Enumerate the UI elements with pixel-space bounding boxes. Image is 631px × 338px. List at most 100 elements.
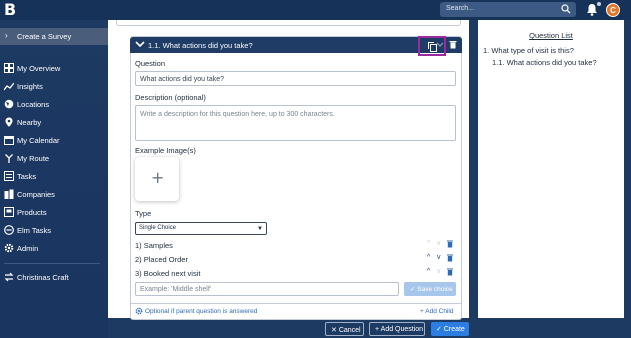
building-icon bbox=[4, 189, 14, 199]
description-textarea[interactable]: Write a description for this question he… bbox=[135, 105, 456, 141]
plus-icon: + bbox=[151, 168, 165, 187]
sidebar-item-my-calendar[interactable]: My Calendar bbox=[0, 134, 108, 148]
add-image-button[interactable]: + bbox=[135, 157, 179, 201]
save-choice-label: Save choice bbox=[417, 286, 453, 293]
move-down-icon[interactable] bbox=[436, 41, 444, 48]
sidebar-item-label: My Calendar bbox=[17, 136, 60, 145]
sidebar-item-tasks[interactable]: Tasks bbox=[0, 170, 108, 184]
sidebar-item-locations[interactable]: Locations bbox=[0, 98, 108, 112]
sidebar-item-label: Companies bbox=[17, 190, 55, 199]
move-down-icon[interactable]: v bbox=[437, 268, 441, 275]
sidebar-item-my-route[interactable]: My Route bbox=[0, 152, 108, 166]
question-list-item[interactable]: 1.1. What actions did you take? bbox=[492, 58, 597, 67]
choice-item: 1) Samples ^ v bbox=[135, 240, 456, 252]
question-list-panel: Question List 1. What type of visit is t… bbox=[478, 20, 624, 318]
sidebar-item-admin[interactable]: Admin bbox=[0, 242, 108, 256]
move-up-icon[interactable]: ^ bbox=[427, 268, 430, 275]
check-icon: ✓ bbox=[436, 326, 444, 333]
sidebar-divider bbox=[4, 263, 100, 264]
type-label: Type bbox=[135, 209, 152, 218]
search-icon[interactable] bbox=[561, 4, 571, 14]
chevron-down-icon[interactable] bbox=[135, 39, 145, 49]
create-label: Create bbox=[443, 326, 465, 333]
choice-label: 3) Booked next visit bbox=[135, 269, 201, 278]
sidebar-item-create-survey[interactable]: › Create a Survey bbox=[0, 28, 108, 45]
survey-editor-panel: 1.1. What actions did you take? Question… bbox=[108, 20, 469, 320]
choice-item: 3) Booked next visit ^ v bbox=[135, 268, 456, 280]
sidebar-item-label: Locations bbox=[17, 100, 50, 109]
calendar-icon bbox=[4, 136, 14, 145]
sidebar-item-label: Nearby bbox=[17, 118, 42, 127]
example-images-label: Example Image(s) bbox=[135, 146, 196, 155]
move-up-icon[interactable]: ^ bbox=[427, 240, 430, 247]
sidebar-item-label: Christinas Craft bbox=[17, 273, 69, 282]
trend-icon bbox=[4, 82, 14, 91]
optional-link-label: Optional if parent question is answered bbox=[145, 308, 258, 315]
route-icon bbox=[5, 154, 13, 163]
search-input[interactable]: Search... bbox=[440, 2, 576, 17]
create-text: ✓ Create bbox=[436, 325, 465, 333]
add-question-button[interactable]: + Add Question bbox=[369, 322, 425, 336]
swap-icon bbox=[4, 272, 14, 282]
save-choice-button[interactable]: ✓ Save choice bbox=[404, 282, 456, 296]
add-question-text: + Add Question bbox=[375, 326, 423, 333]
sidebar-item-insights[interactable]: Insights bbox=[0, 80, 108, 94]
previous-card-edge bbox=[116, 20, 461, 26]
sidebar-item-account-switch[interactable]: Christinas Craft bbox=[0, 271, 108, 285]
app-logo[interactable]: B bbox=[4, 1, 18, 18]
cancel-button[interactable]: ✕ Cancel bbox=[325, 322, 364, 336]
globe-icon bbox=[4, 99, 14, 109]
add-child-label: Add Child bbox=[425, 308, 454, 315]
caret-down-icon: ▼ bbox=[257, 226, 263, 232]
question-list-title: Question List bbox=[529, 31, 573, 40]
add-question-label: Add Question bbox=[380, 326, 424, 333]
chevron-right-icon: › bbox=[5, 31, 8, 40]
gear-icon bbox=[135, 307, 143, 315]
sidebar-item-label: Create a Survey bbox=[17, 32, 72, 41]
type-select[interactable]: Single Choice ▼ bbox=[135, 222, 267, 235]
pin-icon bbox=[5, 117, 13, 127]
move-down-icon[interactable]: v bbox=[437, 254, 441, 261]
sidebar-item-products[interactable]: Products bbox=[0, 206, 108, 220]
question-input-value: What actions did you take? bbox=[140, 76, 225, 83]
avatar[interactable]: C bbox=[606, 3, 620, 17]
question-header[interactable]: 1.1. What actions did you take? bbox=[130, 36, 462, 56]
sidebar-item-label: Admin bbox=[17, 244, 39, 253]
sidebar-item-my-overview[interactable]: My Overview bbox=[0, 62, 108, 76]
question-header-title: 1.1. What actions did you take? bbox=[148, 41, 253, 50]
choice-label: 1) Samples bbox=[135, 241, 173, 250]
gear-icon bbox=[4, 243, 14, 253]
sidebar-item-companies[interactable]: Companies bbox=[0, 188, 108, 202]
create-button[interactable]: ✓ Create bbox=[431, 322, 469, 336]
grid-icon bbox=[4, 63, 14, 73]
sidebar-item-label: Tasks bbox=[17, 172, 37, 181]
cancel-text: ✕ Cancel bbox=[331, 326, 361, 334]
choice-label: 2) Placed Order bbox=[135, 255, 188, 264]
sidebar-item-elm-tasks[interactable]: Elm Tasks bbox=[0, 224, 108, 238]
sidebar-item-label: Elm Tasks bbox=[17, 226, 52, 235]
add-child-button[interactable]: + Add Child bbox=[420, 308, 453, 315]
card-footer-divider bbox=[130, 303, 462, 304]
delete-choice-icon[interactable] bbox=[447, 254, 453, 262]
search-placeholder: Search... bbox=[446, 5, 475, 12]
sidebar: › Create a Survey My Overview Insights L… bbox=[0, 20, 108, 338]
notification-dot bbox=[597, 2, 601, 6]
bell-icon[interactable] bbox=[586, 3, 598, 16]
delete-choice-icon[interactable] bbox=[447, 268, 453, 276]
new-choice-input[interactable]: Example: 'Middle shelf' bbox=[135, 282, 399, 296]
question-list-item[interactable]: 1. What type of visit is this? bbox=[483, 46, 574, 55]
sidebar-item-nearby[interactable]: Nearby bbox=[0, 116, 108, 130]
delete-question-icon[interactable] bbox=[449, 40, 457, 49]
question-label: Question bbox=[135, 59, 166, 68]
description-placeholder: Write a description for this question he… bbox=[140, 111, 335, 118]
book-icon bbox=[4, 207, 14, 217]
sidebar-item-label: My Route bbox=[17, 154, 50, 163]
sidebar-item-label: Products bbox=[17, 208, 47, 217]
move-down-icon[interactable]: v bbox=[437, 240, 441, 247]
elm-icon bbox=[4, 225, 14, 235]
delete-choice-icon[interactable] bbox=[447, 240, 453, 248]
move-up-icon[interactable]: ^ bbox=[427, 254, 430, 261]
new-choice-placeholder: Example: 'Middle shelf' bbox=[140, 286, 212, 293]
close-icon: ✕ bbox=[331, 327, 339, 334]
question-input[interactable]: What actions did you take? bbox=[135, 71, 456, 86]
